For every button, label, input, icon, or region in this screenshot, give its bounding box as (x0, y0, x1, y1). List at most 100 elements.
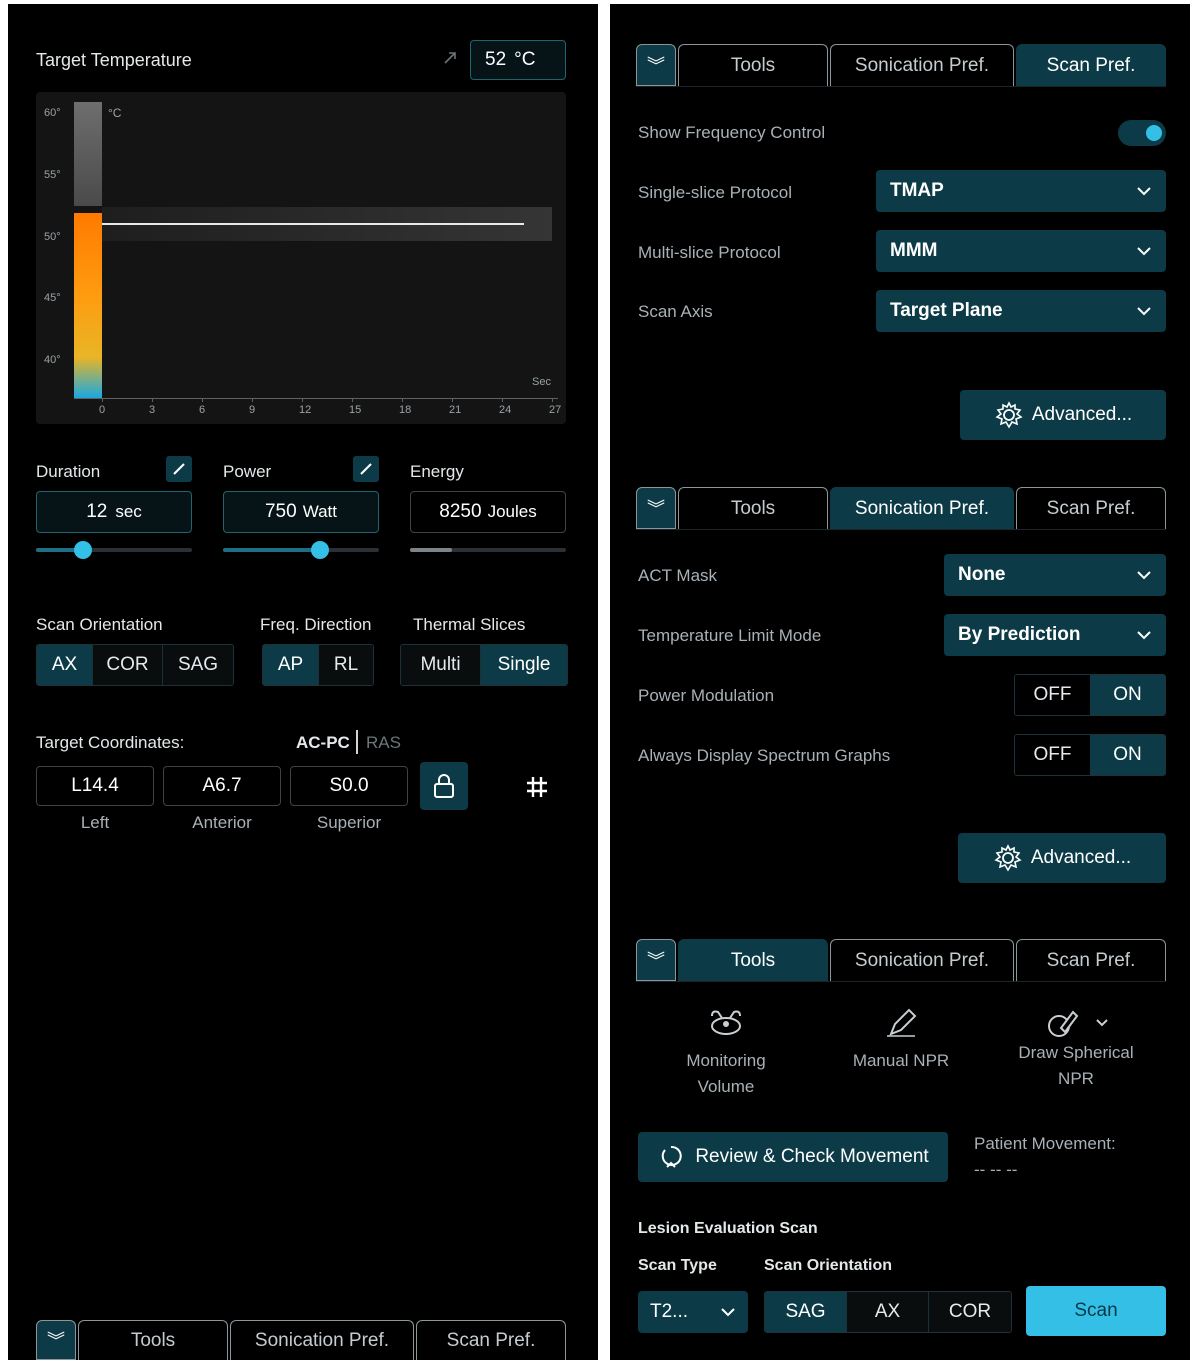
x-tick-mark (352, 398, 353, 402)
draw-spherical-label-2: NPR (1058, 1069, 1094, 1088)
power-modulation-on[interactable]: ON (1090, 675, 1165, 715)
x-tick-label: 9 (249, 404, 256, 416)
collapse-chevron-icon[interactable]: ︾ (36, 1320, 76, 1360)
lesion-orientation-ax[interactable]: AX (847, 1292, 929, 1332)
energy-label: Energy (410, 462, 464, 481)
scan-type-label: Scan Type (638, 1257, 717, 1274)
monitoring-volume-tool[interactable]: Monitoring Volume (666, 1006, 786, 1100)
coord-left-field[interactable]: L14.4 (36, 766, 154, 806)
spectrum-graphs-off[interactable]: OFF (1015, 735, 1090, 775)
power-slider-knob[interactable] (310, 541, 329, 559)
scan-pref-advanced-button[interactable]: Advanced... (960, 390, 1166, 440)
tab-sonication-pref[interactable]: Sonication Pref. (830, 939, 1014, 981)
slices-single[interactable]: Single (481, 645, 567, 685)
x-tick-mark (202, 398, 203, 402)
sonication-pref-advanced-button[interactable]: Advanced... (958, 833, 1166, 883)
tab-scan-pref[interactable]: Scan Pref. (1016, 487, 1166, 529)
freq-ap[interactable]: AP (263, 645, 319, 685)
manual-npr-tool[interactable]: Manual NPR (836, 1006, 966, 1074)
scan-axis-dropdown[interactable]: Target Plane (876, 290, 1166, 332)
lesion-orientation-sag[interactable]: SAG (765, 1292, 847, 1332)
orientation-sag[interactable]: SAG (163, 645, 233, 685)
single-slice-dropdown[interactable]: TMAP (876, 170, 1166, 212)
left-panel: Target Temperature 52 °C 60° 55° 50° 45° 40°… (8, 4, 598, 1360)
tab-underline (636, 86, 1166, 87)
tab-tools[interactable]: Tools (678, 939, 828, 981)
scan-button[interactable]: Scan (1026, 1286, 1166, 1336)
sonication-pref-tab-bar: ︾ Tools Sonication Pref. Scan Pref. (636, 487, 1168, 529)
target-temperature-field[interactable]: 52 °C (470, 40, 566, 80)
duration-slider-knob[interactable] (73, 541, 92, 559)
toggle-knob (1146, 125, 1162, 141)
freq-rl[interactable]: RL (319, 645, 373, 685)
temperature-chart: 60° 55° 50° 45° 40° °C Sec 0 3 6 9 12 15 18 21 24 27 (36, 92, 566, 424)
lesion-orientation-cor[interactable]: COR (929, 1292, 1011, 1332)
lock-coordinates-button[interactable] (420, 762, 468, 810)
y-tick-label: 50° (44, 230, 61, 243)
tab-scan-pref[interactable]: Scan Pref. (416, 1320, 566, 1360)
chevron-down-icon (1137, 247, 1151, 256)
temp-limit-dropdown[interactable]: By Prediction (944, 614, 1166, 656)
right-panel: ︾ Tools Sonication Pref. Scan Pref. Show… (610, 4, 1190, 1360)
coord-left-caption: Left (80, 813, 110, 832)
chevron-down-icon (721, 1308, 735, 1317)
x-tick-mark (452, 398, 453, 402)
tab-sonication-pref[interactable]: Sonication Pref. (230, 1320, 414, 1360)
coord-system-divider (356, 730, 358, 754)
coord-anterior-field[interactable]: A6.7 (163, 766, 281, 806)
tab-tools[interactable]: Tools (678, 44, 828, 86)
spectrum-graphs-toggle: OFF ON (1014, 734, 1166, 776)
coord-system-ras[interactable]: RAS (366, 733, 401, 753)
scan-pref-tab-bar: ︾ Tools Sonication Pref. Scan Pref. (636, 44, 1168, 86)
collapse-chevron-icon[interactable]: ︾ (636, 44, 676, 86)
coord-superior-field[interactable]: S0.0 (290, 766, 408, 806)
spectrum-graphs-on[interactable]: ON (1090, 735, 1165, 775)
duration-unit: sec (115, 502, 142, 521)
tab-tools[interactable]: Tools (78, 1320, 228, 1360)
temperature-bar (74, 213, 102, 398)
tab-scan-pref[interactable]: Scan Pref. (1016, 44, 1166, 86)
scale-bar-background (74, 102, 102, 206)
coord-system-acpc[interactable]: AC-PC (296, 733, 350, 753)
draw-spherical-label-1: Draw Spherical (1018, 1043, 1134, 1062)
multi-slice-dropdown[interactable]: MMM (876, 230, 1166, 272)
power-slider[interactable] (223, 541, 379, 559)
collapse-chevron-icon[interactable]: ︾ (636, 939, 676, 981)
scan-orientation-selector: AX COR SAG (36, 644, 234, 686)
power-modulation-label: Power Modulation (638, 686, 775, 705)
tab-scan-pref[interactable]: Scan Pref. (1016, 939, 1166, 981)
slices-multi[interactable]: Multi (401, 645, 481, 685)
edit-power-icon[interactable] (353, 456, 379, 482)
grid-icon[interactable] (524, 774, 550, 800)
act-mask-label: ACT Mask (638, 566, 718, 585)
draw-spherical-npr-tool[interactable]: Draw Spherical NPR (1006, 1006, 1146, 1092)
orientation-cor[interactable]: COR (93, 645, 163, 685)
tab-sonication-pref[interactable]: Sonication Pref. (830, 44, 1014, 86)
collapse-chevron-icon[interactable]: ︾ (636, 487, 676, 529)
tab-sonication-pref[interactable]: Sonication Pref. (830, 487, 1014, 529)
target-temperature-unit: °C (514, 49, 536, 70)
orientation-ax[interactable]: AX (37, 645, 93, 685)
expand-icon[interactable] (442, 50, 458, 66)
duration-slider[interactable] (36, 541, 192, 559)
duration-field[interactable]: 12 sec (36, 491, 192, 533)
power-modulation-off[interactable]: OFF (1015, 675, 1090, 715)
act-mask-dropdown[interactable]: None (944, 554, 1166, 596)
tab-tools[interactable]: Tools (678, 487, 828, 529)
review-check-movement-button[interactable]: Review & Check Movement (638, 1132, 948, 1182)
advanced-label: Advanced... (1031, 404, 1133, 425)
y-tick-label: 60° (44, 107, 61, 120)
power-value: 750 (264, 501, 297, 522)
scan-type-dropdown[interactable]: T2... (638, 1291, 748, 1333)
edit-duration-icon[interactable] (166, 456, 192, 482)
power-label: Power (223, 462, 272, 481)
tools-tab-bar: ︾ Tools Sonication Pref. Scan Pref. (636, 939, 1168, 981)
tab-underline (636, 529, 1166, 530)
target-temperature-line (102, 223, 524, 225)
x-tick-mark (152, 398, 153, 402)
power-field[interactable]: 750 Watt (223, 491, 379, 533)
show-frequency-toggle[interactable] (1118, 120, 1166, 146)
x-unit-label: Sec (532, 376, 551, 388)
tab-underline (636, 981, 1166, 982)
freq-direction-selector: AP RL (262, 644, 374, 686)
